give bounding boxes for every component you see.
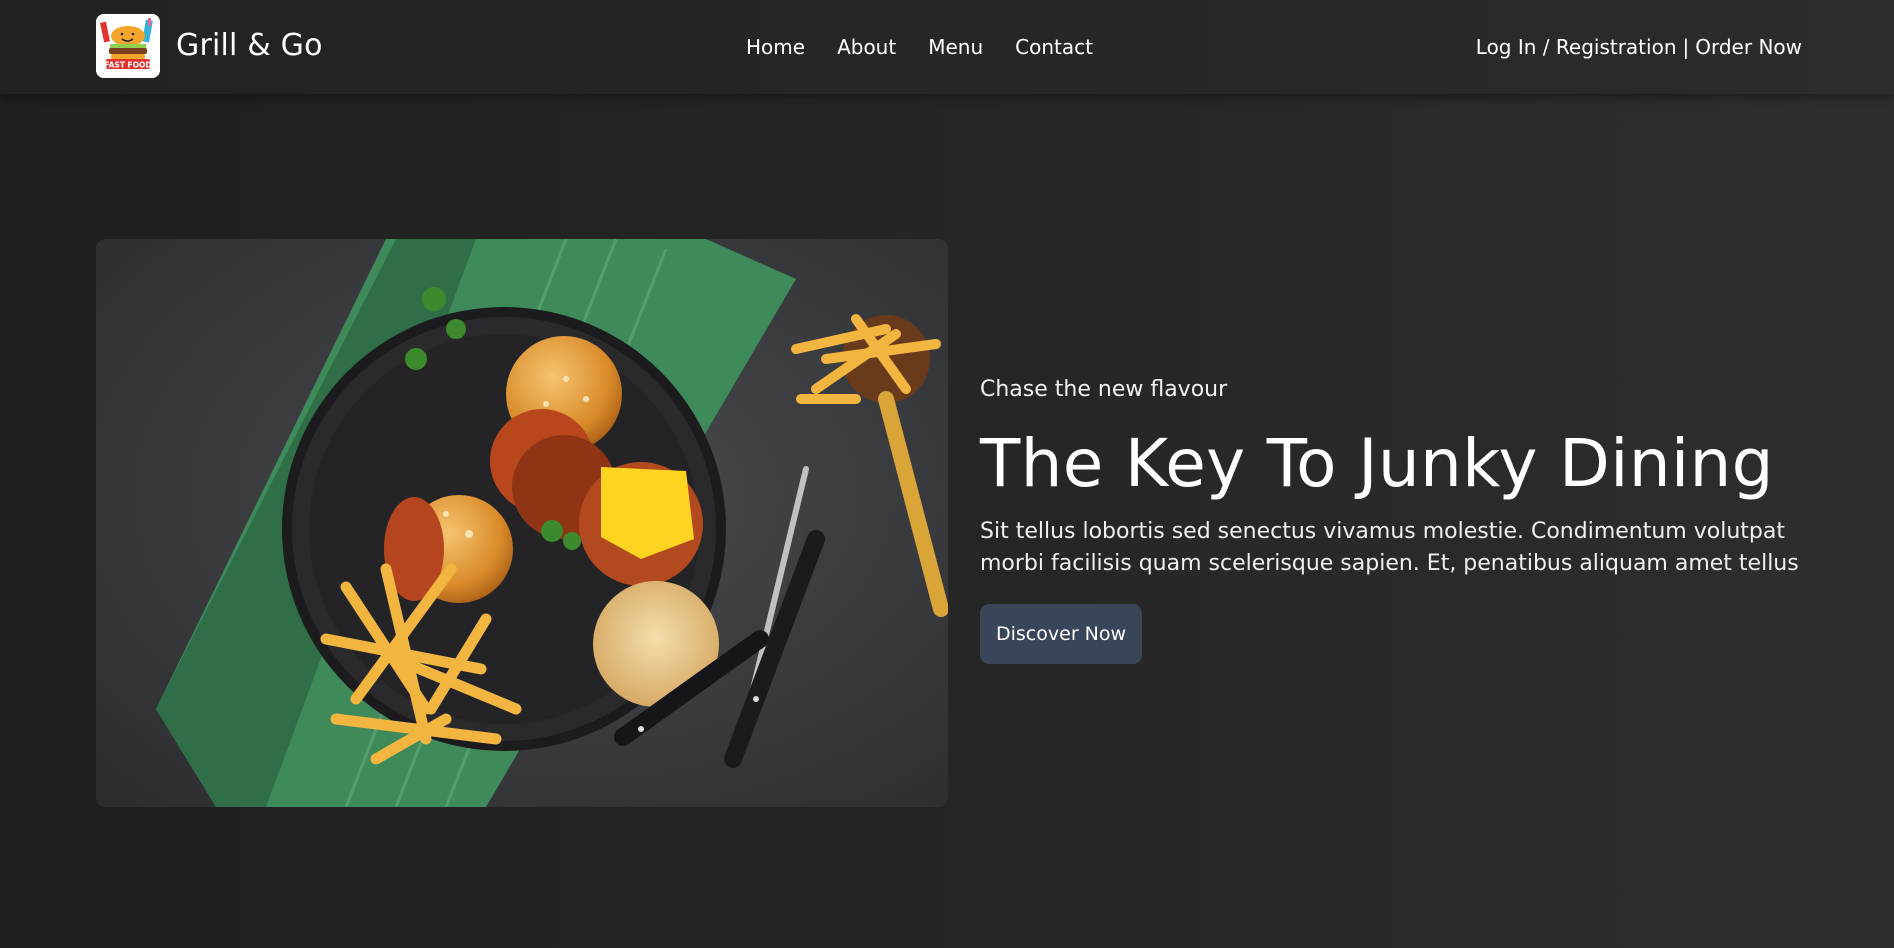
nav-about[interactable]: About (837, 30, 896, 64)
navbar: FAST FOOD Grill & Go Home About Menu Con… (0, 0, 1894, 94)
burger-logo-icon: FAST FOOD (96, 14, 160, 78)
brand-link[interactable]: FAST FOOD Grill & Go (96, 14, 323, 78)
hero-food-image (96, 239, 948, 807)
brand-name: Grill & Go (176, 28, 323, 63)
nav-separator: | (1682, 35, 1690, 59)
hero-tagline: Chase the new flavour (980, 377, 1228, 402)
nav-home[interactable]: Home (746, 30, 805, 64)
logo-text: FAST FOOD (104, 61, 151, 70)
nav-contact[interactable]: Contact (1015, 30, 1093, 64)
order-now-link[interactable]: Order Now (1695, 30, 1802, 64)
login-registration-link[interactable]: Log In / Registration (1476, 30, 1677, 64)
nav-actions: Log In / Registration | Order Now (1476, 30, 1802, 64)
hero-title: The Key To Junky Dining (980, 425, 1774, 502)
hero-text: Chase the new flavour The Key To Junky D… (980, 372, 1810, 664)
main-nav: Home About Menu Contact (746, 30, 1125, 64)
hero-description: Sit tellus lobortis sed senectus vivamus… (980, 519, 1799, 576)
discover-now-button[interactable]: Discover Now (980, 604, 1143, 664)
nav-menu[interactable]: Menu (928, 30, 983, 64)
